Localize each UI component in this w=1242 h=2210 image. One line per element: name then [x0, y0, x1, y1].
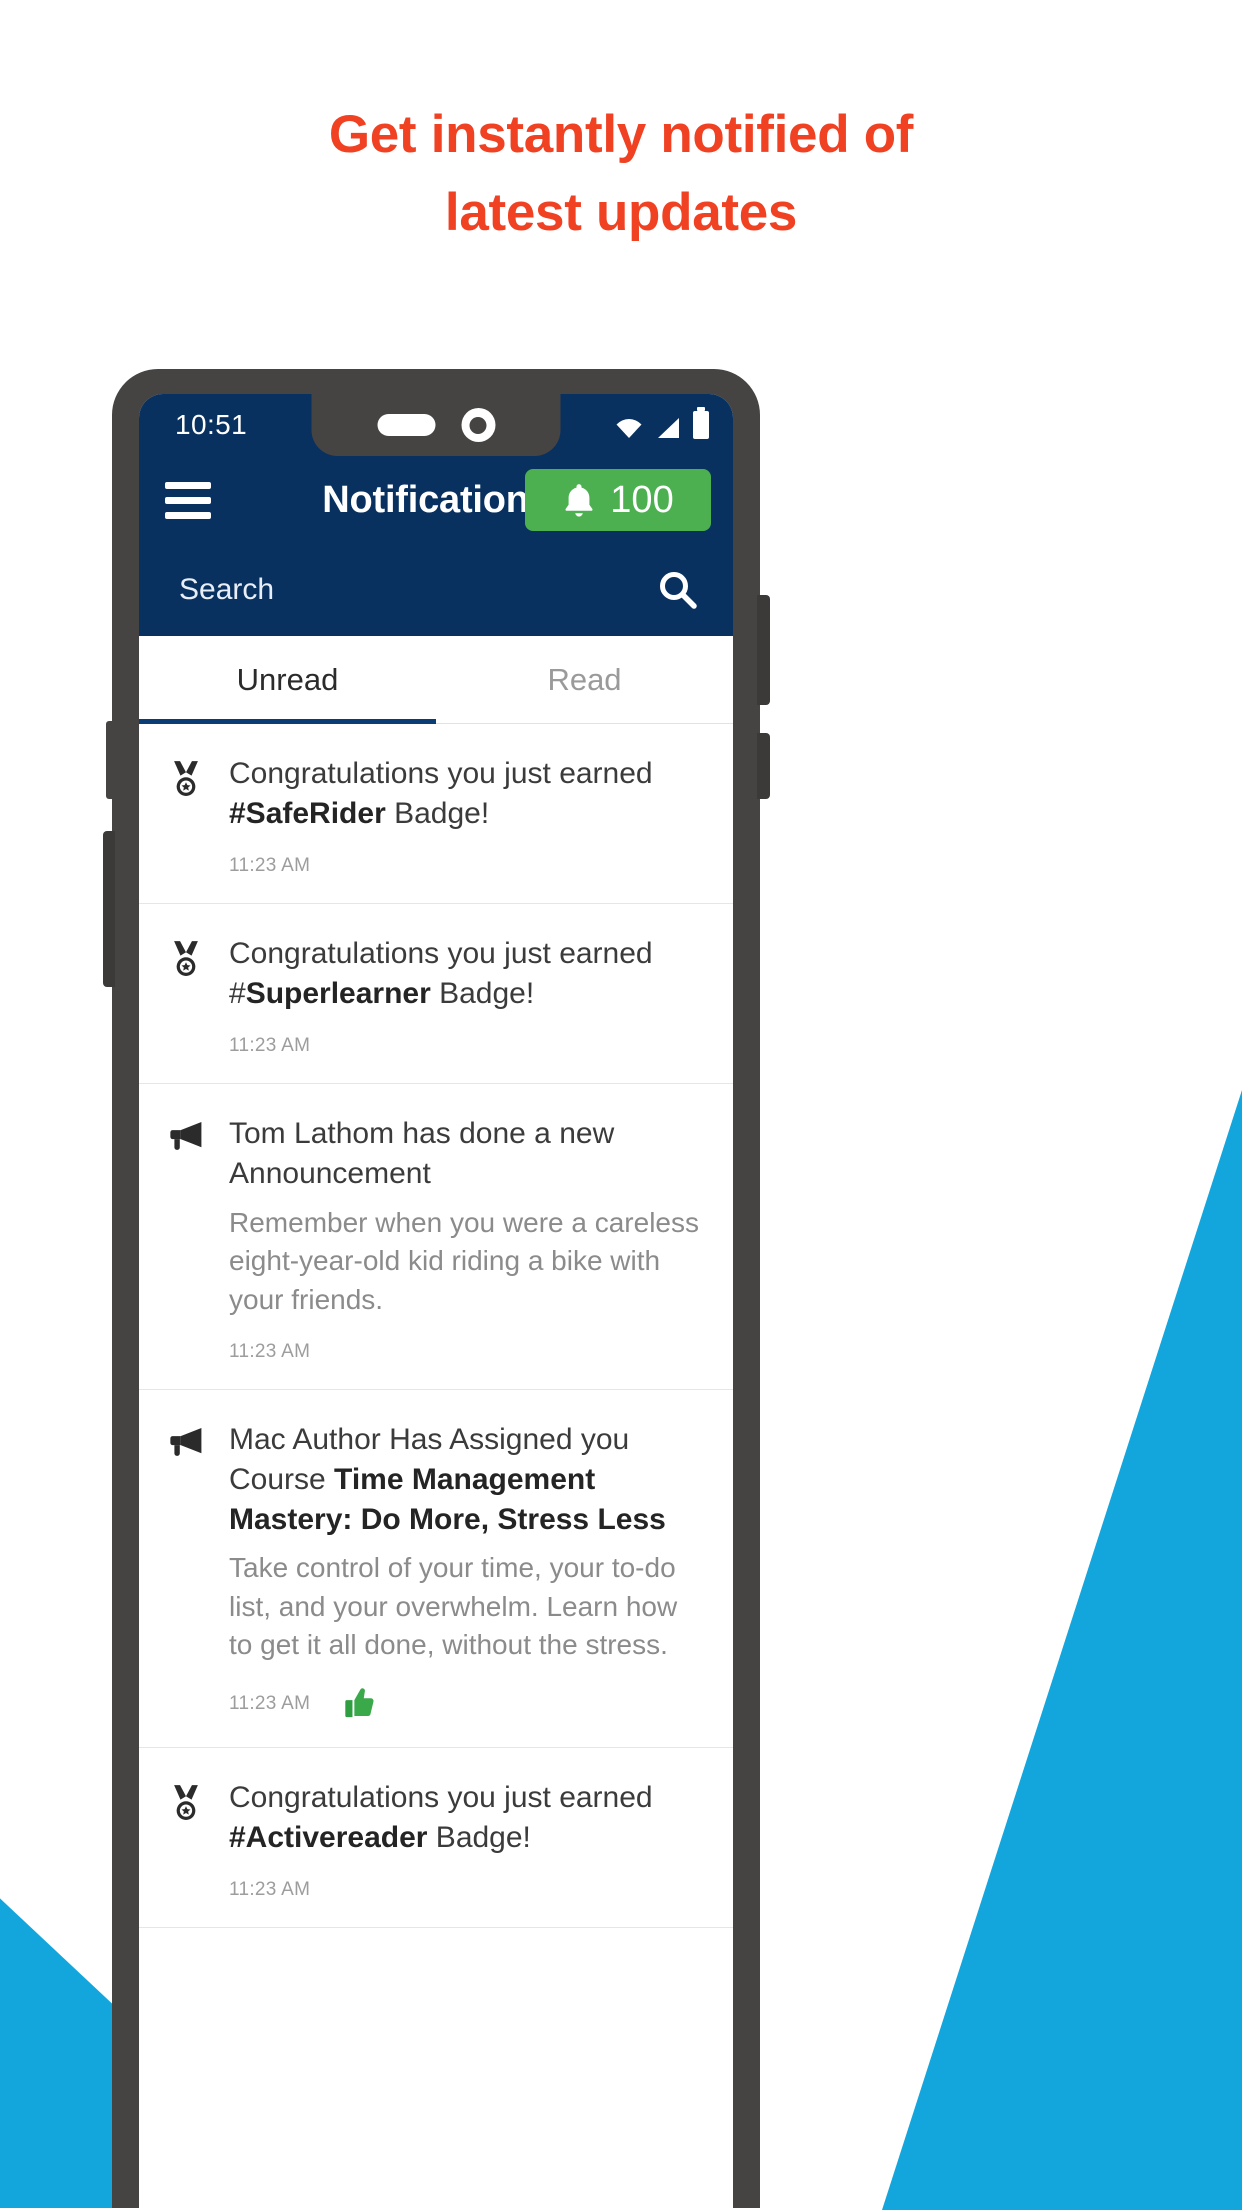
- phone-notch: [311, 394, 561, 456]
- notification-timestamp: 11:23 AM: [229, 855, 311, 877]
- status-icons: [615, 407, 709, 439]
- badge-count-label: 100: [610, 479, 674, 521]
- notification-footer: 11:23 AM: [229, 1035, 703, 1057]
- notification-timestamp: 11:23 AM: [229, 1879, 311, 1901]
- phone-button-left-upper: [106, 721, 115, 799]
- notification-list-item[interactable]: Tom Lathom has done a new Announcement Re…: [139, 1084, 733, 1391]
- headline-line-1: Get instantly notified of: [328, 105, 914, 164]
- phone-button-right-lower: [757, 733, 770, 799]
- status-clock: 10:51: [175, 409, 248, 440]
- tab-unread[interactable]: Unread: [139, 636, 436, 724]
- megaphone-icon: [170, 1122, 202, 1151]
- thumbs-up-icon[interactable]: [344, 1687, 378, 1721]
- signal-icon: [658, 418, 679, 438]
- notification-body: Mac Author Has Assigned you Course Time …: [229, 1420, 703, 1721]
- notification-body: Congratulations you just earned #Superle…: [229, 934, 703, 1057]
- medal-icon: [174, 761, 198, 796]
- earpiece-speaker: [377, 414, 435, 436]
- bell-icon: [565, 484, 593, 517]
- notification-title-highlight: #Activereader: [229, 1820, 428, 1854]
- notification-timestamp: 11:23 AM: [229, 1035, 311, 1057]
- notification-title-highlight: #SafeRider: [229, 796, 386, 830]
- notification-list-item[interactable]: Congratulations you just earned #Superle…: [139, 904, 733, 1085]
- megaphone-icon: [169, 1420, 209, 1721]
- medal-icon: [174, 1785, 198, 1821]
- notification-description: Take control of your time, your to-do li…: [229, 1552, 678, 1661]
- phone-mockup: 10:51 Notifications 100 Search Unread Re…: [103, 369, 770, 2208]
- notification-body: Tom Lathom has done a new Announcement Re…: [229, 1114, 703, 1363]
- notification-title: Congratulations you just earned #SafeRid…: [229, 757, 653, 830]
- notification-title-highlight: Superlearner: [245, 976, 431, 1010]
- decorative-cyan-shape-right: [882, 1090, 1242, 2210]
- medal-icon: [174, 941, 198, 977]
- wifi-icon: [616, 419, 642, 438]
- notification-timestamp: 11:23 AM: [229, 1341, 311, 1363]
- hamburger-menu-icon[interactable]: [165, 481, 211, 519]
- front-camera-icon: [461, 408, 495, 442]
- notification-list-item[interactable]: Congratulations you just earned #SafeRid…: [139, 724, 733, 905]
- tab-read[interactable]: Read: [436, 636, 733, 723]
- notification-timestamp: 11:23 AM: [229, 1693, 311, 1715]
- thumbs-up-icon[interactable]: [344, 1687, 376, 1719]
- app-bar: Notifications 100: [139, 456, 733, 544]
- page-title: Get instantly notified of latest updates: [0, 96, 1242, 253]
- battery-icon: [693, 407, 709, 439]
- notification-title: Congratulations you just earned #Activer…: [229, 1781, 653, 1854]
- search-bar[interactable]: [139, 544, 733, 636]
- search-icon[interactable]: [655, 568, 699, 612]
- search-input[interactable]: [179, 573, 655, 607]
- notification-body: Congratulations you just earned #SafeRid…: [229, 754, 703, 877]
- notification-list: Congratulations you just earned #SafeRid…: [139, 724, 733, 1929]
- notification-title: Congratulations you just earned #Superle…: [229, 937, 653, 1010]
- notification-title-highlight: Time Management Mastery: Do More, Stress…: [229, 1463, 666, 1536]
- notification-list-item[interactable]: Mac Author Has Assigned you Course Time …: [139, 1390, 733, 1749]
- notification-tabs: Unread Read: [139, 636, 733, 724]
- notification-title: Tom Lathom has done a new Announcement: [229, 1117, 615, 1190]
- notification-footer: 11:23 AM: [229, 855, 703, 877]
- phone-button-left-lower: [103, 831, 115, 987]
- megaphone-icon: [169, 1114, 209, 1363]
- notification-title: Mac Author Has Assigned you Course Time …: [229, 1423, 666, 1536]
- phone-screen: 10:51 Notifications 100 Search Unread Re…: [139, 394, 733, 2208]
- megaphone-icon: [170, 1428, 202, 1457]
- headline-line-2: latest updates: [444, 183, 798, 243]
- medal-icon: [169, 754, 209, 877]
- phone-button-right-upper: [757, 595, 770, 705]
- notification-count-badge[interactable]: 100: [525, 469, 711, 531]
- medal-icon: [169, 1778, 209, 1901]
- notification-list-item[interactable]: Congratulations you just earned #Activer…: [139, 1748, 733, 1929]
- medal-icon: [169, 934, 209, 1057]
- notification-footer: 11:23 AM: [229, 1687, 703, 1721]
- notification-body: Congratulations you just earned #Activer…: [229, 1778, 703, 1901]
- notification-footer: 11:23 AM: [229, 1341, 703, 1363]
- notification-description: Remember when you were a careless eight-…: [229, 1206, 699, 1315]
- notification-footer: 11:23 AM: [229, 1879, 703, 1901]
